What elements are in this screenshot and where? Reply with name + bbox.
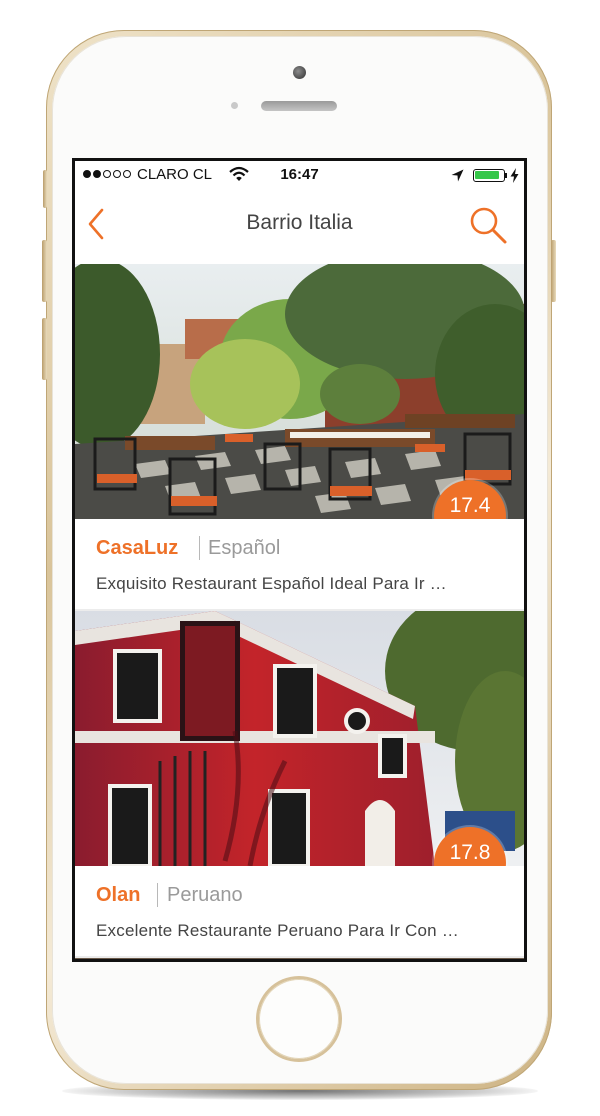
separator [157, 883, 158, 907]
restaurant-name[interactable]: Olan [96, 884, 140, 907]
navigation-bar: Barrio Italia [75, 189, 524, 265]
charging-bolt-icon [510, 168, 519, 183]
page-title: Barrio Italia [246, 211, 353, 234]
volume-down-button [42, 318, 47, 380]
proximity-sensor [231, 102, 238, 109]
restaurant-cuisine: Español [208, 537, 281, 559]
restaurant-photo [75, 611, 524, 866]
battery-icon [473, 169, 505, 182]
restaurant-photo-facade [75, 611, 524, 866]
search-icon[interactable] [468, 205, 508, 245]
location-arrow-icon [451, 169, 464, 182]
restaurant-card[interactable]: 17.8 kms Olan Peruano Excelente Restaura… [75, 611, 524, 956]
home-button[interactable] [259, 979, 339, 1059]
phone-screen: CLARO CL 16:47 Barrio Italia 17.4 CasaLu… [72, 158, 527, 962]
restaurant-name[interactable]: CasaLuz [96, 537, 178, 560]
restaurant-info: CasaLuz Español Exquisito Restaurant Esp… [75, 519, 524, 609]
earpiece-speaker [261, 101, 337, 111]
restaurant-photo-patio [75, 264, 524, 519]
app-view: CLARO CL 16:47 Barrio Italia 17.4 CasaLu… [75, 161, 524, 959]
mute-switch [43, 170, 47, 208]
restaurant-description: Exquisito Restaurant Español Ideal Para … [96, 574, 447, 593]
status-bar: CLARO CL 16:47 [75, 161, 524, 189]
volume-up-button [42, 240, 47, 302]
restaurant-description: Excelente Restaurante Peruano Para Ir Co… [96, 921, 459, 940]
restaurant-info: Olan Peruano Excelente Restaurante Perua… [75, 866, 524, 956]
restaurant-list: 17.4 kms CasaLuz Español Exquisito Resta… [75, 264, 524, 959]
distance-value: 17.4 [449, 494, 491, 517]
restaurant-card[interactable]: 17.4 kms CasaLuz Español Exquisito Resta… [75, 264, 524, 609]
restaurant-cuisine: Peruano [167, 884, 243, 906]
distance-value: 17.8 [449, 841, 491, 864]
separator [199, 536, 200, 560]
restaurant-photo [75, 264, 524, 519]
power-button [551, 240, 556, 302]
front-camera [293, 66, 306, 79]
next-card-peek [75, 958, 524, 959]
